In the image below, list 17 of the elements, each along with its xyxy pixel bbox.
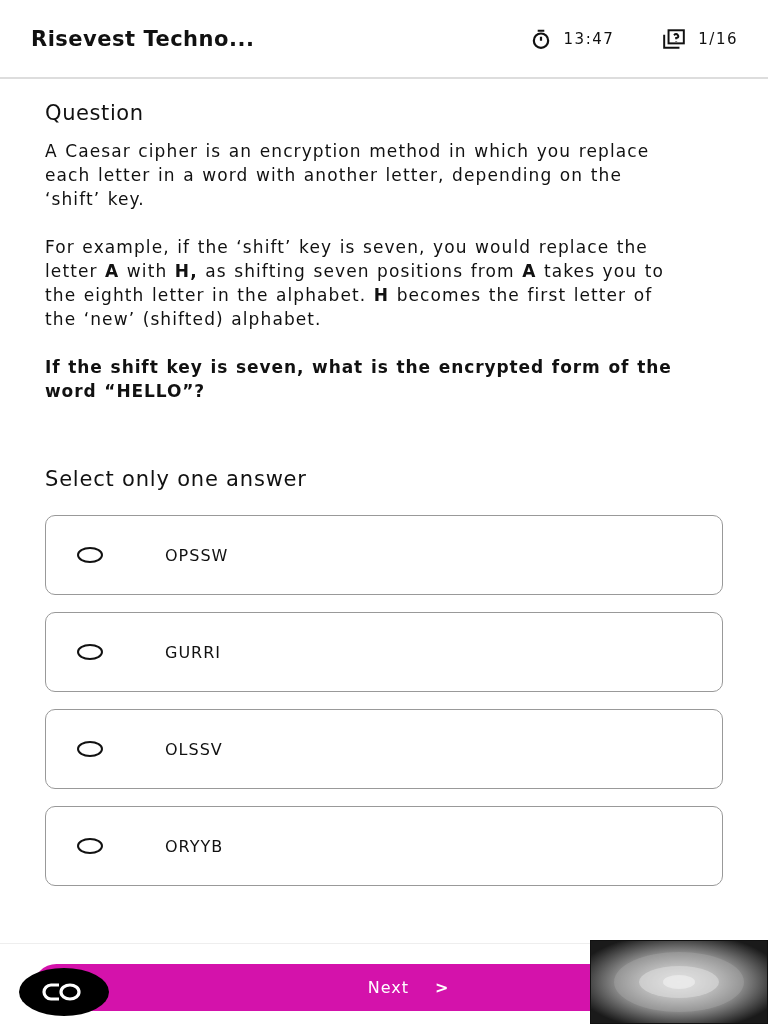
- radio-button[interactable]: [77, 741, 103, 757]
- answer-option[interactable]: GURRI: [45, 612, 723, 692]
- radio-button[interactable]: [77, 547, 103, 563]
- quiz-title: Risevest Techno...: [31, 26, 255, 51]
- question-paragraph: A Caesar cipher is an encryption method in which you replace each letter in a word with another letter, depending on the ‘shift’ key.: [45, 140, 651, 211]
- radio-button[interactable]: [77, 838, 103, 854]
- radio-button[interactable]: [77, 644, 103, 660]
- question-cards-icon: [662, 27, 687, 50]
- question-counter: 1/16: [698, 29, 738, 48]
- answer-option[interactable]: ORYYB: [45, 806, 723, 886]
- answer-option[interactable]: OPSSW: [45, 515, 723, 595]
- answer-option[interactable]: OLSSV: [45, 709, 723, 789]
- question-paragraph: For example, if the ‘shift’ key is seven, you would replace the letter A with H, as shifting seven positions from A takes you to the eighth letter in the alphabet. H becomes the first letter of the ‘new’ (shifted) alphabet.: [45, 236, 665, 331]
- question-heading: Question: [45, 101, 145, 125]
- instruction-text: Select only one answer: [45, 467, 308, 491]
- timer-text: 13:47: [563, 29, 615, 48]
- question-prompt: If the shift key is seven, what is the encrypted form of the word “HELLO”?: [45, 356, 673, 403]
